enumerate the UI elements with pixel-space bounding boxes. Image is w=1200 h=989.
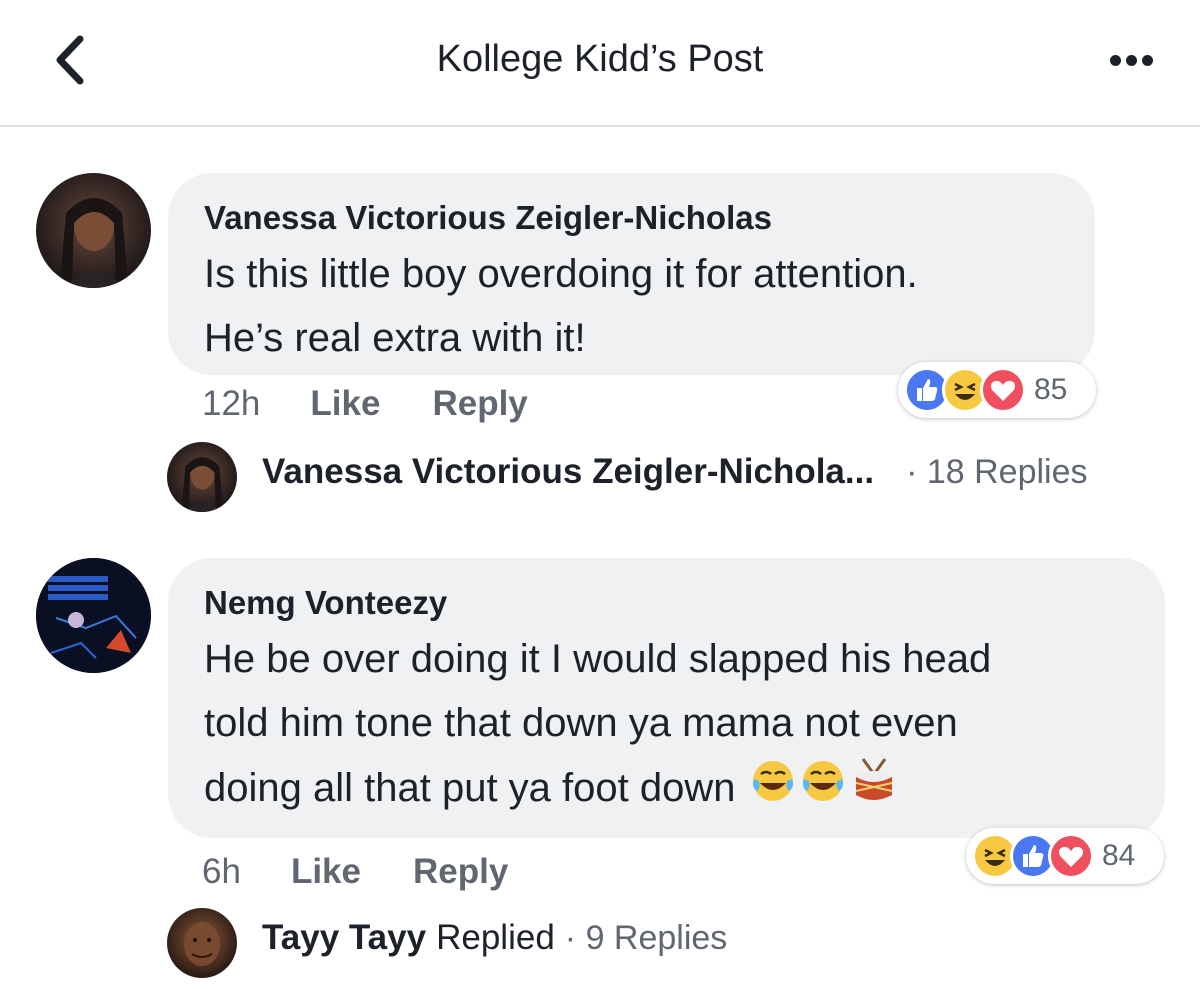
- top-bar: Kollege Kidd’s Post: [0, 0, 1200, 127]
- comment-text: He be over doing it I would slapped his …: [204, 627, 1164, 826]
- love-reaction-icon: [1048, 833, 1094, 879]
- tears-of-joy-emoji-icon: [799, 757, 847, 824]
- comment-author[interactable]: Nemg Vonteezy: [204, 584, 447, 622]
- comment-line: doing all that put ya foot down: [204, 766, 736, 811]
- reply-avatar[interactable]: [167, 908, 237, 978]
- reply-verb: Replied: [436, 918, 555, 957]
- reply-author: Vanessa Victorious Zeigler-Nichola...: [262, 452, 875, 491]
- reply-count: · 18 Replies: [906, 452, 1088, 491]
- comment-bubble: Nemg Vonteezy He be over doing it I woul…: [168, 558, 1165, 838]
- reply-author: Tayy Tayy: [262, 918, 427, 957]
- avatar[interactable]: [36, 173, 151, 288]
- comment-author[interactable]: Vanessa Victorious Zeigler-Nicholas: [204, 199, 772, 237]
- reactions-summary[interactable]: 84: [966, 828, 1164, 884]
- profile-photo-icon: [60, 198, 128, 288]
- drum-emoji-icon: [849, 755, 899, 826]
- comment-actions: 6h Like Reply: [202, 852, 508, 892]
- comment-text: Is this little boy overdoing it for atte…: [204, 242, 1084, 370]
- comment-line: He be over doing it I would slapped his …: [204, 637, 992, 681]
- more-dot: [1125, 54, 1137, 66]
- reaction-count: 85: [1034, 373, 1068, 406]
- reply-count: · 9 Replies: [564, 918, 728, 957]
- post-page: Kollege Kidd’s Post Vanessa Victorious Z…: [0, 0, 1200, 989]
- reply-avatar[interactable]: [167, 442, 237, 512]
- comment-bubble: Vanessa Victorious Zeigler-Nicholas Is t…: [168, 173, 1095, 375]
- reaction-count: 84: [1102, 839, 1136, 872]
- comment-line: He’s real extra with it!: [204, 316, 586, 360]
- love-reaction-icon: [980, 367, 1026, 413]
- comment-timestamp[interactable]: 12h: [202, 384, 260, 424]
- view-replies-link[interactable]: Vanessa Victorious Zeigler-Nichola... · …: [262, 452, 1088, 492]
- view-replies-link[interactable]: Tayy Tayy Replied · 9 Replies: [262, 918, 727, 958]
- profile-photo-icon: [184, 922, 220, 966]
- more-dot: [1141, 54, 1153, 66]
- comment-actions: 12h Like Reply: [202, 384, 528, 424]
- tears-of-joy-emoji-icon: [749, 757, 797, 824]
- more-dots-icon: [1109, 54, 1121, 66]
- comment-line: Is this little boy overdoing it for atte…: [204, 252, 918, 296]
- profile-photo-icon: [181, 457, 223, 512]
- reply-button[interactable]: Reply: [413, 852, 508, 892]
- avatar[interactable]: [36, 558, 151, 673]
- like-button[interactable]: Like: [291, 852, 361, 892]
- comment-timestamp[interactable]: 6h: [202, 852, 241, 892]
- page-title: Kollege Kidd’s Post: [436, 38, 764, 80]
- reactions-summary[interactable]: 85: [898, 362, 1096, 418]
- like-button[interactable]: Like: [310, 384, 380, 424]
- reply-button[interactable]: Reply: [432, 384, 527, 424]
- more-options-button[interactable]: [1100, 40, 1162, 80]
- comment-line: told him tone that down ya mama not even: [204, 701, 958, 745]
- profile-photo-icon: [36, 558, 151, 673]
- comment-line-with-emoji: doing all that put ya foot down: [204, 755, 1164, 826]
